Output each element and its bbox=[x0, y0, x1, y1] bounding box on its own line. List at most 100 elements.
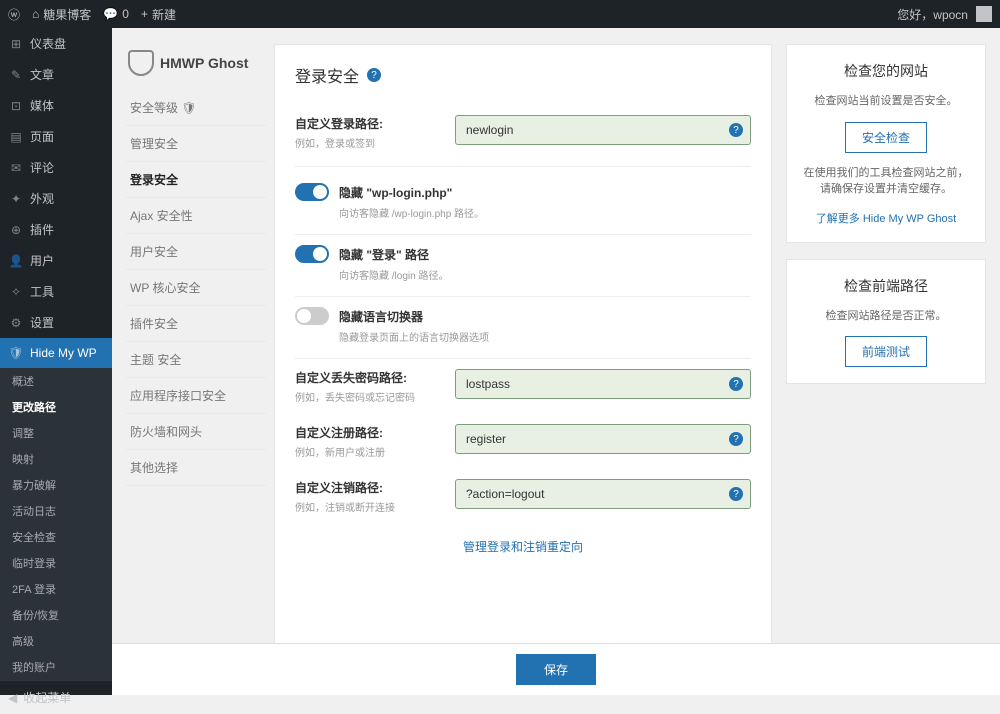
wp-menu-item[interactable]: ⊡媒体 bbox=[0, 90, 112, 121]
plugin-nav-item[interactable]: 用户安全 bbox=[126, 234, 266, 270]
new-content-button[interactable]: + 新建 bbox=[141, 6, 176, 23]
check-site-text: 检查网站当前设置是否安全。 bbox=[799, 93, 973, 110]
wp-admin-menu: ⊞仪表盘 ✎ 文章 ⊡媒体▤页面 ✉ 评论 ✦ 外观 ⊕插件👤用户✧工具⚙设置🛡Hide My … bbox=[0, 28, 112, 695]
login-path-input[interactable] bbox=[455, 115, 751, 145]
plugin-nav-item[interactable]: 防火墙和网头 bbox=[126, 414, 266, 450]
hide-wplogin-label: 隐藏 "wp-login.php" bbox=[339, 184, 452, 201]
wp-submenu-item[interactable]: 安全检查 bbox=[0, 524, 112, 550]
menu-icon: ⊞ bbox=[8, 36, 24, 52]
manage-redirects-link[interactable]: 管理登录和注销重定向 bbox=[463, 540, 583, 554]
logout-label: 自定义注销路径: bbox=[295, 479, 445, 496]
wp-menu-item[interactable]: ▤页面 bbox=[0, 121, 112, 152]
security-check-button[interactable]: 安全检查 bbox=[845, 122, 927, 153]
save-button[interactable]: 保存 bbox=[516, 654, 596, 685]
menu-label: 文章 bbox=[30, 66, 54, 83]
plugin-nav-item[interactable]: 管理安全 bbox=[126, 126, 266, 162]
menu-icon: ✦ bbox=[8, 191, 24, 207]
menu-icon: ✎ bbox=[8, 67, 24, 83]
wp-submenu-item[interactable]: 我的账户 bbox=[0, 654, 112, 680]
wp-submenu-item[interactable]: 映射 bbox=[0, 446, 112, 472]
wp-submenu-item[interactable]: 更改路径 bbox=[0, 394, 112, 420]
settings-panel: 登录安全 ? 自定义登录路径: 例如，登录或签到 ? bbox=[274, 44, 772, 679]
menu-icon: ✉ bbox=[8, 160, 24, 176]
site-link[interactable]: ⌂ 糖果博客 bbox=[32, 6, 91, 23]
hide-wplogin-toggle[interactable] bbox=[295, 183, 329, 201]
register-hint: 例如，新用户或注册 bbox=[295, 444, 445, 459]
plugin-nav-item[interactable]: 主题 安全 bbox=[126, 342, 266, 378]
wp-logo[interactable]: ⓦ bbox=[8, 6, 20, 23]
check-frontend-text: 检查网站路径是否正常。 bbox=[799, 308, 973, 325]
help-icon[interactable]: ? bbox=[729, 487, 743, 501]
frontend-test-button[interactable]: 前端测试 bbox=[845, 336, 927, 367]
hide-wplogin-row: 隐藏 "wp-login.php" 向访客隐藏 /wp-login.php 路径… bbox=[295, 173, 751, 235]
comments-link[interactable]: 💬 0 bbox=[103, 7, 129, 21]
wp-menu-item[interactable]: ✧工具 bbox=[0, 276, 112, 307]
plugin-nav-item[interactable]: 插件安全 bbox=[126, 306, 266, 342]
logout-input[interactable] bbox=[455, 479, 751, 509]
wp-submenu-item[interactable]: 活动日志 bbox=[0, 498, 112, 524]
menu-label: 设置 bbox=[30, 314, 54, 331]
menu-icon: ▤ bbox=[8, 129, 24, 145]
menu-label: 工具 bbox=[30, 283, 54, 300]
check-frontend-box: 检查前端路径 检查网站路径是否正常。 前端测试 bbox=[786, 259, 986, 385]
hide-lang-toggle[interactable] bbox=[295, 307, 329, 325]
page-title: 登录安全 ? bbox=[295, 63, 751, 87]
collapse-menu-button[interactable]: ◀ 收起菜单 bbox=[0, 680, 112, 714]
hide-wplogin-hint: 向访客隐藏 /wp-login.php 路径。 bbox=[339, 205, 751, 220]
wp-submenu-item[interactable]: 临时登录 bbox=[0, 550, 112, 576]
wp-submenu-item[interactable]: 2FA 登录 bbox=[0, 576, 112, 602]
wp-menu-item[interactable]: ✉ 评论 bbox=[0, 152, 112, 183]
wp-menu-item[interactable]: 🛡Hide My WP bbox=[0, 338, 112, 368]
menu-label: 评论 bbox=[30, 159, 54, 176]
avatar[interactable] bbox=[976, 6, 992, 22]
register-label: 自定义注册路径: bbox=[295, 424, 445, 441]
wp-menu-item[interactable]: 👤用户 bbox=[0, 245, 112, 276]
wp-submenu-item[interactable]: 备份/恢复 bbox=[0, 602, 112, 628]
register-row: 自定义注册路径: 例如，新用户或注册 ? bbox=[295, 414, 751, 469]
help-icon[interactable]: ? bbox=[729, 377, 743, 391]
collapse-label: 收起菜单 bbox=[23, 689, 71, 706]
help-icon[interactable]: ? bbox=[367, 68, 381, 82]
plugin-nav-item[interactable]: Ajax 安全性 bbox=[126, 198, 266, 234]
plugin-nav-item[interactable]: 其他选择 bbox=[126, 450, 266, 486]
logout-row: 自定义注销路径: 例如，注销或断开连接 ? bbox=[295, 469, 751, 524]
check-frontend-title: 检查前端路径 bbox=[799, 276, 973, 296]
help-icon[interactable]: ? bbox=[729, 123, 743, 137]
hide-login-toggle[interactable] bbox=[295, 245, 329, 263]
plugin-logo: HMWP Ghost bbox=[126, 44, 266, 90]
learn-more-link[interactable]: 了解更多 Hide My WP Ghost bbox=[816, 213, 956, 225]
hide-lang-hint: 隐藏登录页面上的语言切换器选项 bbox=[339, 329, 751, 344]
hide-lang-label: 隐藏语言切换器 bbox=[339, 308, 423, 325]
wp-menu-item[interactable]: ⊞仪表盘 bbox=[0, 28, 112, 59]
wp-submenu-item[interactable]: 概述 bbox=[0, 368, 112, 394]
collapse-icon: ◀ bbox=[8, 691, 17, 705]
plugin-nav-item[interactable]: WP 核心安全 bbox=[126, 270, 266, 306]
plugin-nav-item[interactable]: 安全等级 🛡 bbox=[126, 90, 266, 126]
menu-label: 插件 bbox=[30, 221, 54, 238]
check-site-box: 检查您的网站 检查网站当前设置是否安全。 安全检查 在使用我们的工具检查网站之前… bbox=[786, 44, 986, 243]
lostpass-input[interactable] bbox=[455, 369, 751, 399]
menu-label: 外观 bbox=[30, 190, 54, 207]
lostpass-hint: 例如，丢失密码或忘记密码 bbox=[295, 389, 445, 404]
login-path-row: 自定义登录路径: 例如，登录或签到 ? bbox=[295, 105, 751, 160]
wp-submenu-item[interactable]: 高级 bbox=[0, 628, 112, 654]
wp-menu-item[interactable]: ✦ 外观 bbox=[0, 183, 112, 214]
logout-hint: 例如，注销或断开连接 bbox=[295, 499, 445, 514]
wp-menu-item[interactable]: ✎ 文章 bbox=[0, 59, 112, 90]
user-greeting[interactable]: 您好，wpocn bbox=[897, 6, 968, 23]
hide-login-label: 隐藏 "登录" 路径 bbox=[339, 246, 429, 263]
wp-submenu-item[interactable]: 调整 bbox=[0, 420, 112, 446]
check-site-note: 在使用我们的工具检查网站之前，请确保存设置并清空缓存。 bbox=[799, 165, 973, 198]
wp-submenu-item[interactable]: 暴力破解 bbox=[0, 472, 112, 498]
menu-icon: ⊡ bbox=[8, 98, 24, 114]
wp-menu-item[interactable]: ⊕插件 bbox=[0, 214, 112, 245]
check-site-title: 检查您的网站 bbox=[799, 61, 973, 81]
help-icon[interactable]: ? bbox=[729, 432, 743, 446]
shield-icon bbox=[128, 50, 154, 76]
plugin-nav-item[interactable]: 应用程序接口安全 bbox=[126, 378, 266, 414]
hide-login-hint: 向访客隐藏 /login 路径。 bbox=[339, 267, 751, 282]
wp-menu-item[interactable]: ⚙设置 bbox=[0, 307, 112, 338]
hide-login-row: 隐藏 "登录" 路径 向访客隐藏 /login 路径。 bbox=[295, 235, 751, 297]
register-input[interactable] bbox=[455, 424, 751, 454]
plugin-nav-item[interactable]: 登录安全 bbox=[126, 162, 266, 198]
